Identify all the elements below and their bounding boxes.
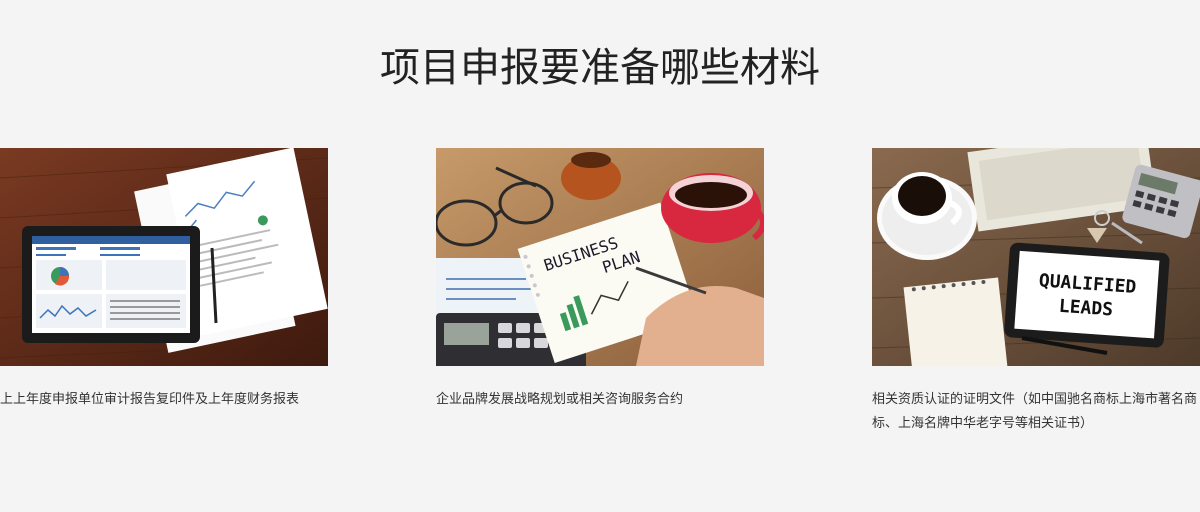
material-card-audit-report[interactable]: 上上年度申报单位审计报告复印件及上年度财务报表 bbox=[0, 148, 328, 412]
material-card-business-plan[interactable]: BUSINESS PLAN 企业品牌发展战略规划或相关咨询服务合约 bbox=[436, 148, 764, 412]
audit-report-caption: 上上年度申报单位审计报告复印件及上年度财务报表 bbox=[0, 392, 300, 407]
certificates-caption: 相关资质认证的证明文件（如中国驰名商标上海市著名商标、上海名牌中华老字号等相关证… bbox=[872, 392, 1198, 431]
leads-text: LEADS bbox=[1058, 296, 1114, 321]
business-plan-image: BUSINESS PLAN bbox=[436, 148, 764, 366]
qualified-leads-image: QUALIFIED LEADS bbox=[872, 148, 1200, 366]
material-card-certificates[interactable]: QUALIFIED LEADS 相关资质认证的证明文件（如中国驰名商标上海市著名… bbox=[872, 148, 1200, 436]
audit-report-image bbox=[0, 148, 328, 366]
business-plan-caption: 企业品牌发展战略规划或相关咨询服务合约 bbox=[436, 392, 684, 407]
page-title: 项目申报要准备哪些材料 bbox=[380, 45, 820, 91]
